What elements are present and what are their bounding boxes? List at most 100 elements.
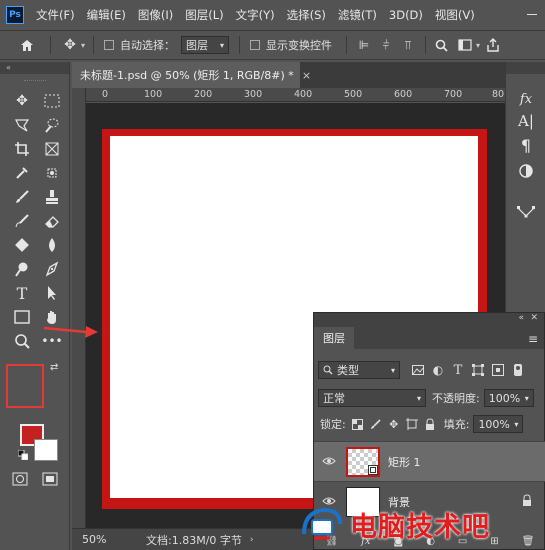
menu-image[interactable]: 图像(I) xyxy=(138,7,173,23)
frame-tool-icon[interactable] xyxy=(40,138,64,160)
eraser-tool-icon[interactable] xyxy=(40,210,64,232)
menu-edit[interactable]: 编辑(E) xyxy=(87,7,126,23)
menu-select[interactable]: 选择(S) xyxy=(287,7,326,23)
align-left-icon[interactable]: ⊫ xyxy=(355,36,373,54)
quick-select-tool-icon[interactable] xyxy=(40,114,64,136)
properties-icon[interactable]: fx xyxy=(514,88,538,110)
blur-tool-icon[interactable] xyxy=(40,234,64,256)
collapse-icon[interactable] xyxy=(506,62,545,74)
fill-value: 100% xyxy=(478,417,510,431)
collapse-icon[interactable]: « xyxy=(518,313,524,323)
crop-tool-icon[interactable] xyxy=(10,138,34,160)
menu-view[interactable]: 视图(V) xyxy=(435,7,475,23)
filter-adjustment-icon[interactable]: ◐ xyxy=(430,362,446,378)
rectangle-tool-icon[interactable] xyxy=(10,306,34,328)
move-tool-icon[interactable]: ✥ xyxy=(61,36,79,54)
share-icon[interactable] xyxy=(484,36,502,54)
stamp-tool-icon[interactable] xyxy=(40,186,64,208)
marquee-tool-icon[interactable] xyxy=(40,90,64,112)
panel-tabs: 图层 ≡ xyxy=(314,327,544,349)
spot-heal-tool-icon[interactable] xyxy=(40,162,64,184)
document-tab-bar: 未标题-1.psd @ 50% (矩形 1, RGB/8#) * × xyxy=(72,62,505,88)
dodge-tool-icon[interactable] xyxy=(10,258,34,280)
align-right-icon[interactable]: ⫪ xyxy=(399,36,417,54)
show-transform-label: 显示变换控件 xyxy=(266,39,333,52)
chevron-down-icon[interactable]: ▾ xyxy=(476,41,480,50)
document-info[interactable]: 文档:1.83M/0 字节 xyxy=(146,532,242,548)
menu-3d[interactable]: 3D(D) xyxy=(389,8,423,22)
type-tool-icon[interactable]: T xyxy=(10,282,34,304)
swap-colors-icon[interactable]: ⇄ xyxy=(50,362,58,373)
adjustments-icon[interactable] xyxy=(514,160,538,182)
layer-thumbnail xyxy=(346,446,380,477)
filter-shape-icon[interactable] xyxy=(470,362,486,378)
search-icon[interactable] xyxy=(432,36,450,54)
layer-name[interactable]: 矩形 1 xyxy=(388,454,421,470)
lock-pixels-icon[interactable] xyxy=(368,416,384,432)
filter-smart-object-icon[interactable] xyxy=(490,362,506,378)
vertical-ruler xyxy=(72,88,86,528)
ruler-tick: 600 xyxy=(394,89,413,100)
filter-type-icon[interactable]: T xyxy=(450,362,466,378)
path-select-tool-icon[interactable] xyxy=(40,282,64,304)
brush-tool-icon[interactable] xyxy=(10,186,34,208)
home-icon[interactable] xyxy=(18,36,36,54)
menu-file[interactable]: 文件(F) xyxy=(36,7,75,23)
close-icon[interactable]: ✕ xyxy=(530,313,538,323)
history-brush-tool-icon[interactable] xyxy=(10,210,34,232)
tab-layers[interactable]: 图层 xyxy=(314,327,354,349)
pen-tool-icon[interactable] xyxy=(40,258,64,280)
move-tool-icon[interactable]: ✥ xyxy=(10,90,34,112)
rectangle-tool-highlight xyxy=(6,364,44,408)
menu-type[interactable]: 文字(Y) xyxy=(236,7,275,23)
auto-select-target-dropdown[interactable]: 图层 ▾ xyxy=(181,36,230,54)
screen-mode-icon[interactable] xyxy=(42,472,58,489)
fill-label: 填充: xyxy=(443,418,470,431)
chevron-down-icon[interactable]: ▾ xyxy=(81,41,85,50)
collapse-icon[interactable]: « xyxy=(0,62,69,74)
lasso-tool-icon[interactable] xyxy=(10,114,34,136)
lock-transparent-icon[interactable] xyxy=(350,416,366,432)
close-icon[interactable]: × xyxy=(302,69,311,82)
visibility-eye-icon[interactable] xyxy=(314,455,344,469)
eyedropper-tool-icon[interactable] xyxy=(10,162,34,184)
quick-mask-icon[interactable] xyxy=(12,472,28,489)
workspace-icon[interactable] xyxy=(456,36,474,54)
paragraph-icon[interactable]: ¶ xyxy=(514,134,538,156)
align-center-icon[interactable]: ⫩ xyxy=(377,36,395,54)
separator xyxy=(93,36,95,54)
lock-row: 锁定: ✥ 填充: 100% ▾ xyxy=(314,411,545,437)
filter-toggle-icon[interactable] xyxy=(510,362,526,378)
menu-layer[interactable]: 图层(L) xyxy=(185,7,223,23)
lock-artboard-icon[interactable] xyxy=(404,416,420,432)
separator xyxy=(425,36,427,54)
show-transform-checkbox[interactable] xyxy=(250,40,261,50)
character-icon[interactable]: A| xyxy=(514,110,538,132)
lock-position-icon[interactable]: ✥ xyxy=(386,416,402,432)
auto-select-checkbox[interactable] xyxy=(104,40,115,50)
background-color-swatch[interactable] xyxy=(34,439,58,461)
ruler-tick: 0 xyxy=(102,89,109,100)
document-tab[interactable]: 未标题-1.psd @ 50% (矩形 1, RGB/8#) * × xyxy=(72,62,311,88)
fill-field[interactable]: 100% ▾ xyxy=(473,415,524,433)
lock-all-icon[interactable] xyxy=(422,416,438,432)
filter-pixel-icon[interactable] xyxy=(410,362,426,378)
zoom-tool-icon[interactable] xyxy=(10,330,34,352)
drag-handle[interactable] xyxy=(24,80,46,82)
layer-filter-dropdown[interactable]: 类型 ▾ xyxy=(318,361,400,379)
zoom-level[interactable]: 50% xyxy=(82,533,118,546)
panel-menu-icon[interactable]: ≡ xyxy=(528,332,538,346)
paint-bucket-tool-icon[interactable] xyxy=(10,234,34,256)
default-colors-icon[interactable] xyxy=(17,449,29,461)
document-tab-title: 未标题-1.psd @ 50% (矩形 1, RGB/8#) * xyxy=(80,69,294,82)
ruler-tick: 700 xyxy=(444,89,463,100)
chevron-right-icon[interactable]: › xyxy=(250,535,254,545)
opacity-field[interactable]: 100% ▾ xyxy=(483,389,534,407)
menu-bar: Ps 文件(F) 编辑(E) 图像(I) 图层(L) 文字(Y) 选择(S) 滤… xyxy=(0,0,545,30)
layer-row-selected[interactable]: 矩形 1 xyxy=(314,441,545,481)
watermark: 电脑技术吧 xyxy=(300,498,545,550)
minimize-icon[interactable] xyxy=(527,14,537,15)
blend-mode-dropdown[interactable]: 正常 ▾ xyxy=(318,389,426,407)
path-icon[interactable] xyxy=(514,200,538,222)
menu-filter[interactable]: 滤镜(T) xyxy=(338,7,377,23)
